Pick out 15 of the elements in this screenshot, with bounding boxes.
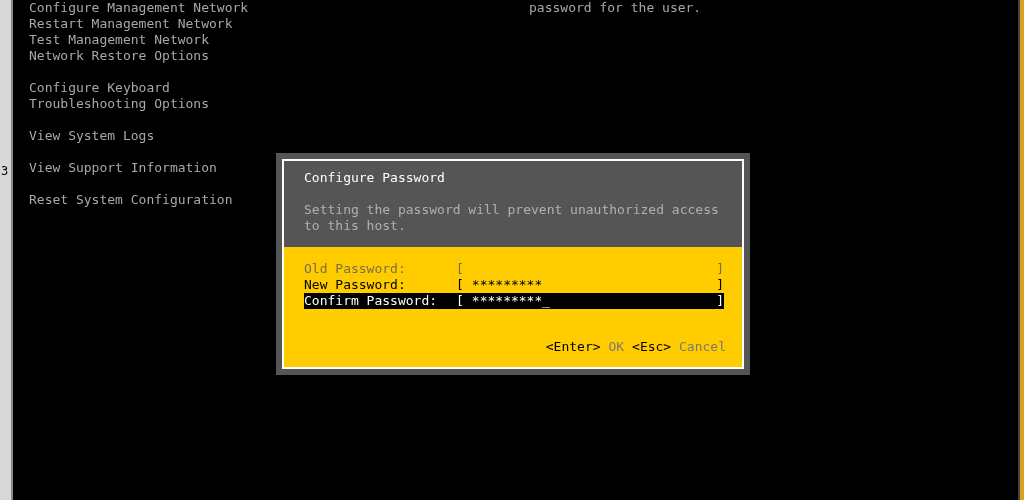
menu-item[interactable]: Test Management Network bbox=[29, 32, 469, 48]
dialog-title: Configure Password bbox=[304, 170, 446, 186]
password-field[interactable]: New Password: [ ********* ] bbox=[304, 277, 724, 293]
menu-item[interactable]: Network Restore Options bbox=[29, 48, 469, 64]
help-text: password for the user. bbox=[529, 0, 702, 16]
menu-item[interactable]: Configure Management Network bbox=[29, 0, 469, 16]
menu-item[interactable]: View System Logs bbox=[29, 128, 469, 144]
menu-item[interactable]: Restart Management Network bbox=[29, 16, 469, 32]
menu-item[interactable]: Configure Keyboard bbox=[29, 80, 469, 96]
dialog-action-link[interactable]: <Esc> Cancel bbox=[632, 339, 726, 355]
password-field[interactable]: Confirm Password: [ *********_ ] bbox=[304, 293, 724, 309]
dialog-message: Setting the password will prevent unauthorized access to this host. bbox=[304, 202, 720, 234]
side-window-text: 3 bbox=[1, 164, 9, 178]
menu-item[interactable]: Troubleshooting Options bbox=[29, 96, 469, 112]
dialog-action-link[interactable]: <Enter> OK bbox=[545, 339, 625, 355]
